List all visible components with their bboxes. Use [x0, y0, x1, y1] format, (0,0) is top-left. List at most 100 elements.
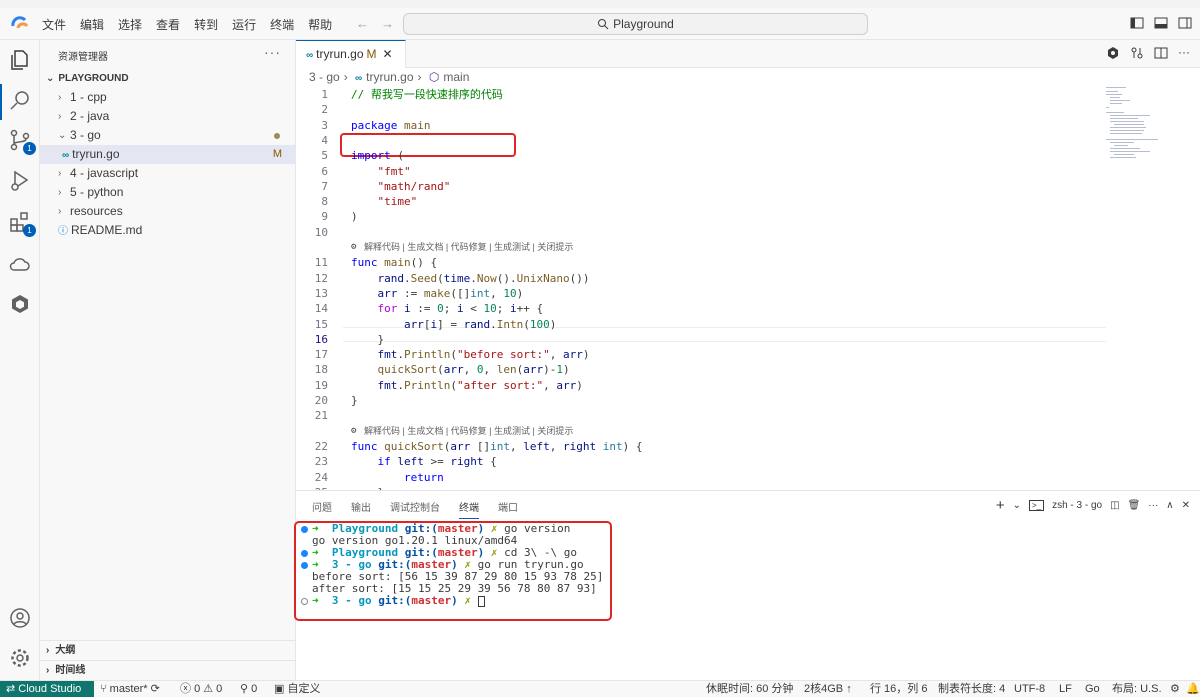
minimap[interactable] — [1106, 85, 1186, 165]
custom-status[interactable]: ▣ 自定义 — [274, 681, 320, 697]
nav-arrows[interactable]: ←→ — [356, 16, 406, 31]
close-panel-icon[interactable]: ✕ — [1182, 500, 1190, 511]
code-line[interactable]: 15 arr[i] = rand.Intn(100) — [296, 317, 1106, 332]
code-line[interactable]: 23 if left >= right { — [296, 454, 1106, 469]
remote-indicator[interactable]: ⇄ Cloud Studio — [0, 681, 94, 697]
folder-row[interactable]: › 4 - javascript — [40, 164, 296, 183]
code-line[interactable]: 17 fmt.Println("before sort:", arr) — [296, 347, 1106, 362]
code-line[interactable]: 11 func main() { — [296, 255, 1106, 270]
code-line[interactable]: 18 quickSort(arr, 0, len(arr)-1) — [296, 362, 1106, 377]
cube-icon[interactable] — [8, 292, 32, 316]
explorer-icon[interactable] — [8, 48, 32, 72]
code-line[interactable]: 12 rand.Seed(time.Now().UnixNano()) — [296, 271, 1106, 286]
menu-item[interactable]: 转到 — [194, 16, 218, 33]
gear-icon[interactable] — [8, 646, 32, 670]
terminal-name[interactable]: zsh - 3 - go — [1052, 500, 1102, 511]
panel-tab[interactable]: 问题 — [312, 499, 332, 519]
language-mode[interactable]: Go — [1085, 681, 1100, 697]
code-line[interactable]: 21 — [296, 408, 1106, 423]
rest-time[interactable]: 休眠时间: 60 分钟 — [706, 681, 793, 697]
chevron-down-icon[interactable]: ⌄ — [1013, 500, 1021, 511]
folder-row[interactable]: › 5 - python — [40, 183, 296, 202]
panel-tab[interactable]: 终端 — [459, 499, 479, 519]
code-lens[interactable]: ⚙ 解释代码 | 生成文档 | 代码修复 | 生成测试 | 关闭提示 — [296, 240, 1106, 255]
code-line[interactable]: 10 — [296, 225, 1106, 240]
menu-item[interactable]: 文件 — [42, 16, 66, 33]
folder-row[interactable]: › resources — [40, 202, 296, 221]
code-line[interactable]: 1 // 帮我写一段快速排序的代码 — [296, 87, 1106, 102]
more-actions-icon[interactable]: ··· — [1148, 500, 1158, 511]
extensions-icon[interactable]: 1 — [8, 210, 36, 237]
close-icon[interactable]: ✕ — [383, 47, 393, 61]
folder-row[interactable]: ⌄ 3 - go — [40, 126, 296, 145]
code-line[interactable]: 7 "math/rand" — [296, 179, 1106, 194]
code-editor[interactable]: 1 // 帮我写一段快速排序的代码 2 3 package main 4 5 import (… — [296, 87, 1106, 490]
breadcrumb-file[interactable]: tryrun.go — [366, 70, 413, 84]
menu-item[interactable]: 终端 — [270, 16, 294, 33]
folder-row[interactable]: › 2 - java — [40, 107, 296, 126]
compare-changes-icon[interactable] — [1130, 46, 1144, 60]
gear-icon[interactable]: ⚙ — [1170, 681, 1180, 697]
panel-tab[interactable]: 端口 — [498, 499, 518, 519]
machine-spec[interactable]: 2核4GB ↑ — [804, 681, 852, 697]
toggle-panel-icon[interactable] — [1154, 16, 1168, 30]
code-line[interactable]: 6 "fmt" — [296, 164, 1106, 179]
trash-icon[interactable]: 🗑 — [1128, 500, 1141, 511]
code-lens-actions[interactable]: 解释代码 | 生成文档 | 代码修复 | 生成测试 | 关闭提示 — [364, 240, 573, 255]
toggle-secondary-sidebar-icon[interactable] — [1178, 16, 1192, 30]
code-line[interactable]: 8 "time" — [296, 194, 1106, 209]
panel-tab[interactable]: 调试控制台 — [390, 499, 440, 519]
code-line[interactable]: 22 func quickSort(arr []int, left, right … — [296, 439, 1106, 454]
encoding[interactable]: UTF-8 — [1014, 681, 1045, 697]
panel-tab[interactable]: 输出 — [351, 499, 371, 519]
end-of-line[interactable]: LF — [1059, 681, 1072, 697]
file-row[interactable]: ∞ tryrun.go M — [40, 145, 296, 164]
menu-item[interactable]: 运行 — [232, 16, 256, 33]
code-line[interactable]: 24 return — [296, 470, 1106, 485]
code-lens-actions[interactable]: 解释代码 | 生成文档 | 代码修复 | 生成测试 | 关闭提示 — [364, 424, 573, 439]
code-line[interactable]: 14 for i := 0; i < 10; i++ { — [296, 301, 1106, 316]
code-lens[interactable]: ⚙ 解释代码 | 生成文档 | 代码修复 | 生成测试 | 关闭提示 — [296, 424, 1106, 439]
search-icon[interactable] — [8, 88, 32, 112]
workspace-root[interactable]: ⌄ PLAYGROUND — [40, 70, 296, 88]
menu-item[interactable]: 帮助 — [308, 16, 332, 33]
account-icon[interactable] — [8, 606, 32, 630]
split-editor-icon[interactable] — [1154, 46, 1168, 60]
keyboard-layout[interactable]: 布局: U.S. — [1112, 681, 1162, 697]
command-center[interactable]: Playground — [403, 13, 868, 35]
cloud-icon[interactable] — [8, 252, 32, 276]
code-line[interactable]: 5 import ( — [296, 148, 1106, 163]
run-debug-icon[interactable] — [8, 168, 32, 192]
ports-status[interactable]: ⚲ 0 — [240, 681, 257, 697]
code-line[interactable]: 16 } — [296, 332, 1106, 347]
bell-icon[interactable]: 🔔 — [1186, 681, 1200, 697]
file-row[interactable]: ⓘ README.md — [40, 221, 296, 240]
code-line[interactable]: 4 — [296, 133, 1106, 148]
code-line[interactable]: 20} — [296, 393, 1106, 408]
menu-item[interactable]: 查看 — [156, 16, 180, 33]
cursor-position[interactable]: 行 16，列 6 — [870, 681, 927, 697]
folder-row[interactable]: › 1 - cpp — [40, 88, 296, 107]
timeline-section[interactable]: › 时间线 — [40, 660, 296, 682]
outline-section[interactable]: › 大纲 — [40, 640, 296, 662]
menu-item[interactable]: 编辑 — [80, 16, 104, 33]
breadcrumb-symbol[interactable]: main — [443, 70, 469, 84]
indentation[interactable]: 制表符长度: 4 — [938, 681, 1005, 697]
more-actions-icon[interactable]: ··· — [1178, 46, 1192, 60]
source-control-icon[interactable]: 1 — [8, 128, 36, 155]
back-arrow-icon[interactable]: ← — [356, 16, 381, 31]
branch-status[interactable]: ⑂ master* ⟳ — [100, 681, 160, 697]
gear-icon[interactable] — [1106, 46, 1120, 60]
menu-item[interactable]: 选择 — [118, 16, 142, 33]
code-line[interactable]: 19 fmt.Println("after sort:", arr) — [296, 378, 1106, 393]
maximize-panel-icon[interactable]: ∧ — [1166, 500, 1173, 511]
code-line[interactable]: 9) — [296, 209, 1106, 224]
code-line[interactable]: 3 package main — [296, 118, 1106, 133]
code-line[interactable]: 13 arr := make([]int, 10) — [296, 286, 1106, 301]
problems-status[interactable]: ⓧ 0 ⚠ 0 — [180, 681, 222, 697]
tab-tryrun-go[interactable]: ∞ tryrun.go M ✕ — [296, 40, 406, 68]
code-line[interactable]: 2 — [296, 102, 1106, 117]
breadcrumb-folder[interactable]: 3 - go — [309, 70, 340, 84]
toggle-sidebar-icon[interactable] — [1130, 16, 1144, 30]
split-terminal-icon[interactable]: ◫ — [1110, 500, 1119, 511]
